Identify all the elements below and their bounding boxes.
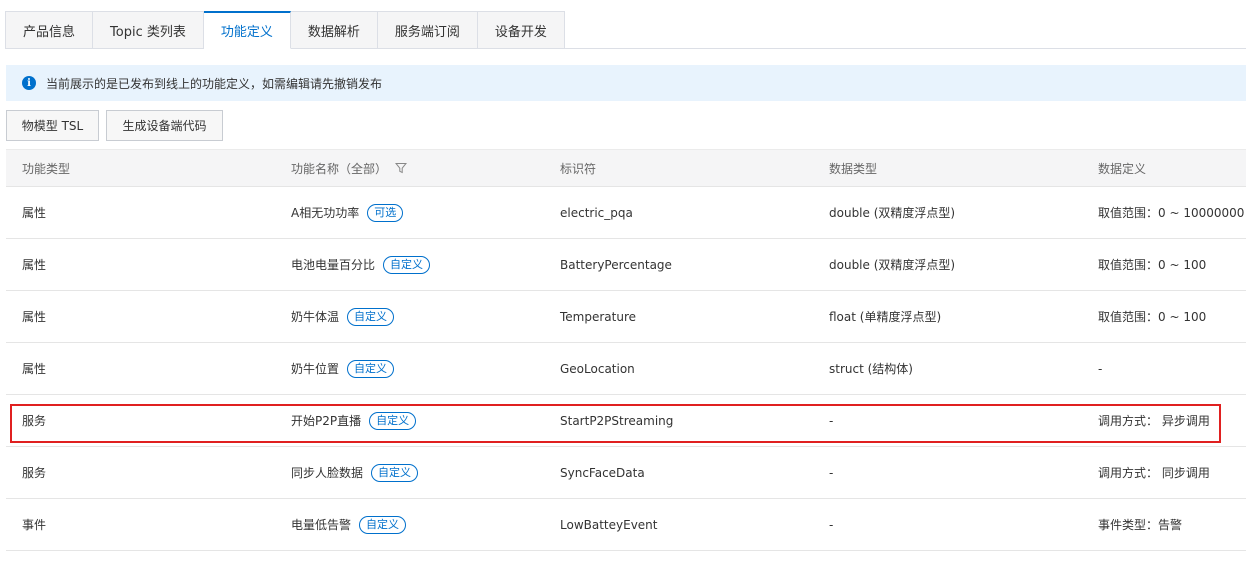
- row-name-label: 奶牛体温: [291, 310, 340, 324]
- row-data-type: struct (结构体): [829, 362, 913, 376]
- row-name: 电量低告警 自定义: [275, 515, 544, 534]
- table-row: 属性 奶牛位置 自定义 GeoLocation struct (结构体) -: [6, 343, 1246, 395]
- generate-device-code-button[interactable]: 生成设备端代码: [106, 110, 223, 141]
- header-data-type: 数据类型: [829, 161, 878, 176]
- row-data-type: double (双精度浮点型): [829, 258, 956, 272]
- row-type: 事件: [22, 518, 47, 532]
- header-type: 功能类型: [22, 161, 71, 176]
- row-name: 奶牛位置 自定义: [275, 359, 544, 378]
- row-type: 属性: [22, 206, 47, 220]
- tag-badge: 自定义: [347, 307, 395, 326]
- table-row: 属性 奶牛体温 自定义 Temperature float (单精度浮点型) 取…: [6, 291, 1246, 343]
- header-name-label: 功能名称（全部）: [291, 161, 388, 176]
- row-identifier: StartP2PStreaming: [560, 413, 674, 428]
- row-name-label: 电量低告警: [291, 518, 352, 532]
- row-name-label: 开始P2P直播: [291, 414, 362, 428]
- tab-function-definition[interactable]: 功能定义: [203, 11, 291, 49]
- row-type: 服务: [22, 414, 47, 428]
- row-type: 属性: [22, 258, 47, 272]
- row-identifier: Temperature: [560, 309, 637, 324]
- tab-topic-list[interactable]: Topic 类列表: [93, 11, 204, 49]
- tab-server-subscription[interactable]: 服务端订阅: [377, 11, 478, 49]
- row-data-type: -: [829, 465, 834, 480]
- tag-badge: 可选: [367, 203, 404, 222]
- notice-text: 当前展示的是已发布到线上的功能定义，如需编辑请先撤销发布: [46, 76, 383, 91]
- row-data-type: -: [829, 413, 834, 428]
- row-identifier: electric_pqa: [560, 205, 633, 220]
- row-name-label: 同步人脸数据: [291, 466, 364, 480]
- table-row: 事件 电量低告警 自定义 LowBatteyEvent - 事件类型：告警: [6, 499, 1246, 551]
- notice-banner: i 当前展示的是已发布到线上的功能定义，如需编辑请先撤销发布: [6, 65, 1246, 101]
- row-name-label: A相无功功率: [291, 206, 360, 220]
- row-data-type: -: [829, 517, 834, 532]
- row-definition: 事件类型：告警: [1098, 518, 1183, 532]
- tag-badge: 自定义: [383, 255, 431, 274]
- tab-product-info[interactable]: 产品信息: [5, 11, 94, 49]
- row-name: A相无功功率 可选: [275, 203, 544, 222]
- row-data-type: double (双精度浮点型): [829, 206, 956, 220]
- tab-bar: 产品信息 Topic 类列表 功能定义 数据解析 服务端订阅 设备开发: [5, 11, 565, 49]
- tsl-button[interactable]: 物模型 TSL: [6, 110, 99, 141]
- function-table: 功能类型 功能名称（全部） 标识符 数据类型 数据定义 属性 A相无功功率 可选…: [6, 149, 1246, 551]
- row-definition: 取值范围：0 ~ 100: [1098, 310, 1207, 324]
- row-definition: 取值范围：0 ~ 100: [1098, 258, 1207, 272]
- table-row: 服务 同步人脸数据 自定义 SyncFaceData - 调用方式： 同步调用: [6, 447, 1246, 499]
- tab-device-development[interactable]: 设备开发: [477, 11, 565, 49]
- tab-data-parsing[interactable]: 数据解析: [290, 11, 378, 49]
- table-header: 功能类型 功能名称（全部） 标识符 数据类型 数据定义: [6, 149, 1246, 187]
- row-definition: 取值范围：0 ~ 10000000: [1098, 206, 1245, 220]
- info-icon: i: [22, 76, 36, 90]
- row-identifier: GeoLocation: [560, 361, 635, 376]
- row-type: 属性: [22, 310, 47, 324]
- row-name: 同步人脸数据 自定义: [275, 463, 544, 482]
- row-identifier: LowBatteyEvent: [560, 517, 658, 532]
- row-name-label: 奶牛位置: [291, 362, 340, 376]
- tag-badge: 自定义: [371, 463, 419, 482]
- tab-divider: [5, 48, 1246, 49]
- header-name: 功能名称（全部）: [275, 160, 544, 177]
- row-definition: -: [1098, 361, 1103, 376]
- tag-badge: 自定义: [369, 411, 417, 430]
- row-definition: 调用方式： 异步调用: [1098, 414, 1210, 428]
- row-identifier: BatteryPercentage: [560, 257, 672, 272]
- table-row-highlighted: 服务 开始P2P直播 自定义 StartP2PStreaming - 调用方式：…: [6, 395, 1246, 447]
- row-name: 开始P2P直播 自定义: [275, 411, 544, 430]
- header-definition: 数据定义: [1098, 161, 1147, 176]
- tag-badge: 自定义: [347, 359, 395, 378]
- row-name: 奶牛体温 自定义: [275, 307, 544, 326]
- row-identifier: SyncFaceData: [560, 465, 645, 480]
- row-type: 服务: [22, 466, 47, 480]
- table-row: 属性 电池电量百分比 自定义 BatteryPercentage double …: [6, 239, 1246, 291]
- row-definition: 调用方式： 同步调用: [1098, 466, 1210, 480]
- row-data-type: float (单精度浮点型): [829, 310, 942, 324]
- filter-icon[interactable]: [395, 162, 408, 174]
- tag-badge: 自定义: [359, 515, 407, 534]
- table-row: 属性 A相无功功率 可选 electric_pqa double (双精度浮点型…: [6, 187, 1246, 239]
- header-identifier: 标识符: [560, 161, 597, 176]
- row-name: 电池电量百分比 自定义: [275, 255, 544, 274]
- row-type: 属性: [22, 362, 47, 376]
- row-name-label: 电池电量百分比: [291, 258, 376, 272]
